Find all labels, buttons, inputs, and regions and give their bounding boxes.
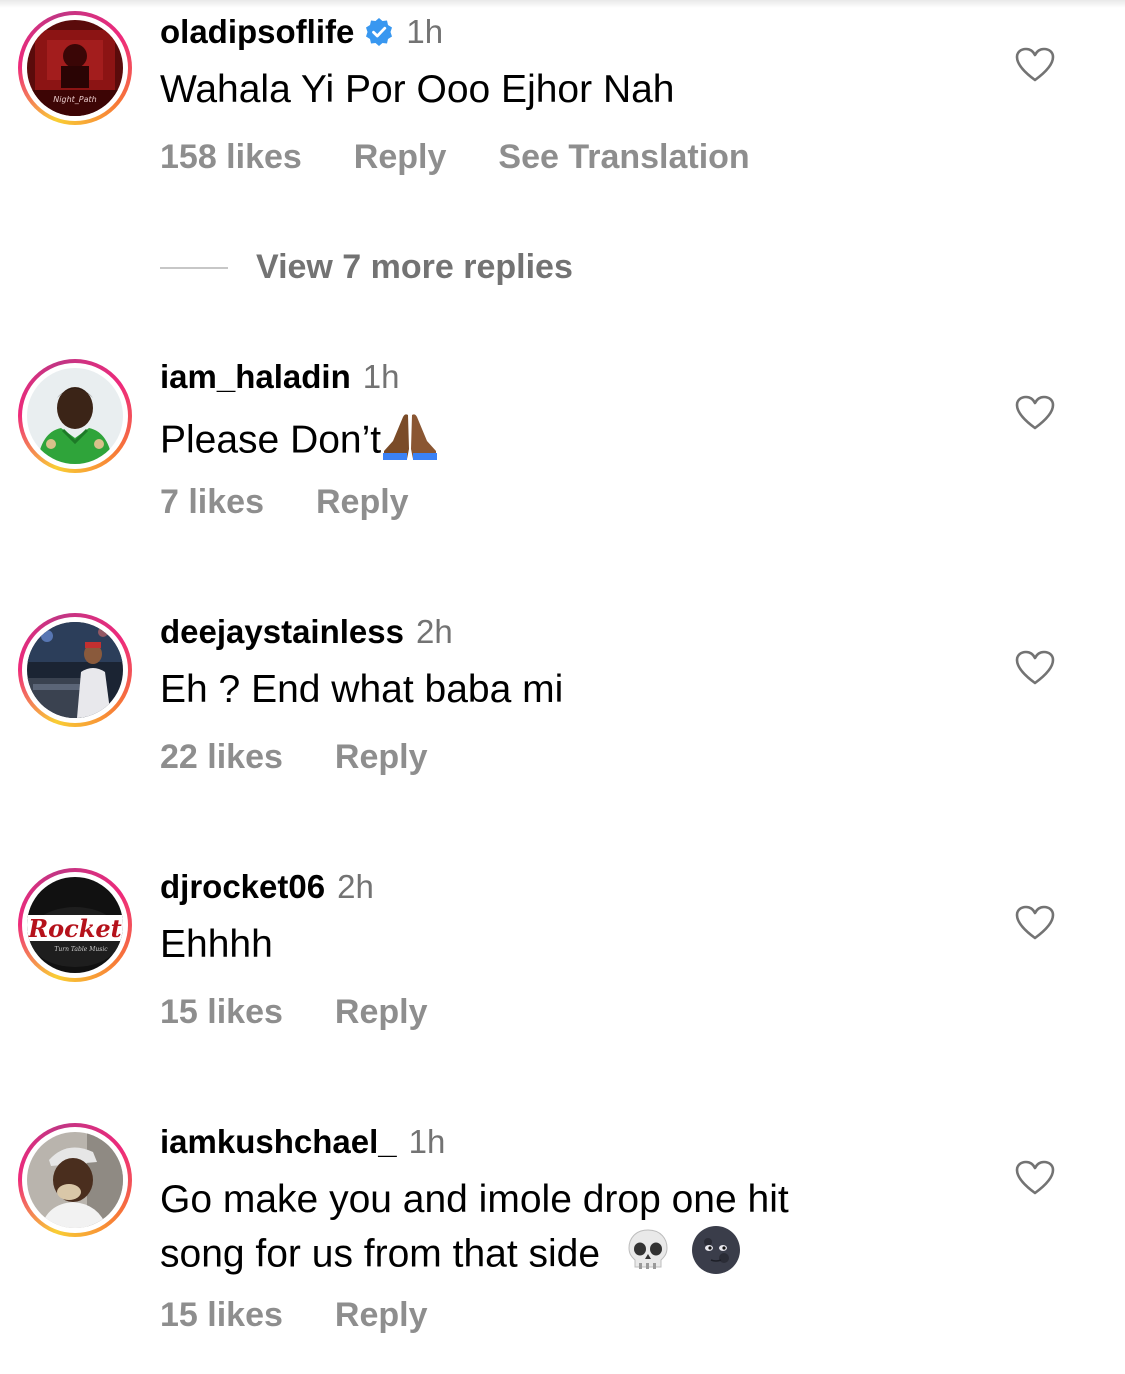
view-more-replies-label: View 7 more replies xyxy=(256,248,573,286)
replies-divider-line xyxy=(160,266,228,269)
heart-outline-icon[interactable] xyxy=(1015,47,1055,83)
verified-badge-icon xyxy=(364,17,394,47)
reply-button[interactable]: Reply xyxy=(335,993,428,1032)
comment-time: 1h xyxy=(362,358,400,395)
reply-button[interactable]: Reply xyxy=(335,738,428,777)
comment-text: Eh ? End what baba mi xyxy=(160,668,564,711)
avatar: Night_Path xyxy=(27,20,123,116)
heart-outline-icon[interactable] xyxy=(1015,1160,1055,1196)
avatar-sub-text: Turn Table Music xyxy=(54,946,108,953)
heart-outline-icon[interactable] xyxy=(1015,905,1055,941)
avatar-story-ring[interactable] xyxy=(18,613,132,727)
comment-username[interactable]: oladipsoflife xyxy=(160,13,354,51)
see-translation-button[interactable]: See Translation xyxy=(498,138,749,177)
heart-outline-icon[interactable] xyxy=(1015,650,1055,686)
likes-count[interactable]: 15 likes xyxy=(160,1296,283,1335)
likes-count[interactable]: 22 likes xyxy=(160,738,283,777)
heart-outline-icon[interactable] xyxy=(1015,395,1055,431)
comment-username[interactable]: djrocket06 xyxy=(160,868,325,906)
comment-username[interactable]: iam_haladin xyxy=(160,358,351,396)
avatar-story-ring[interactable] xyxy=(18,359,132,473)
avatar: Rocket Turn Table Music xyxy=(27,877,123,973)
comment-username[interactable]: deejaystainless xyxy=(160,613,404,651)
avatar-story-ring[interactable] xyxy=(18,1123,132,1237)
likes-count[interactable]: 7 likes xyxy=(160,483,264,522)
comment-time: 1h xyxy=(408,1123,446,1160)
avatar xyxy=(27,1132,123,1228)
likes-count[interactable]: 15 likes xyxy=(160,993,283,1032)
comment-text: Go make you and imole drop one hit song … xyxy=(160,1176,940,1288)
comment-time: 1h xyxy=(406,13,444,50)
folded-hands-emoji xyxy=(381,411,439,473)
likes-count[interactable]: 158 likes xyxy=(160,138,302,177)
comment-username[interactable]: iamkushchael_ xyxy=(160,1123,397,1161)
avatar xyxy=(27,622,123,718)
avatar-story-ring[interactable]: Rocket Turn Table Music xyxy=(18,868,132,982)
comment-text: Ehhhh xyxy=(160,923,273,966)
top-edge-shadow xyxy=(0,0,1125,8)
avatar-caption: Night_Path xyxy=(53,95,96,104)
skull-emoji xyxy=(625,1227,671,1285)
new-moon-face-emoji xyxy=(690,1224,742,1288)
comment-text: Wahala Yi Por Ooo Ejhor Nah xyxy=(160,68,675,111)
comment-text: Please Don’t xyxy=(160,411,940,473)
comment-time: 2h xyxy=(337,868,374,905)
reply-button[interactable]: Reply xyxy=(316,483,409,522)
view-more-replies[interactable]: View 7 more replies xyxy=(160,248,573,287)
avatar-logo-text: Rocket xyxy=(27,914,122,943)
comment-time: 2h xyxy=(416,613,453,650)
reply-button[interactable]: Reply xyxy=(354,138,447,177)
avatar-story-ring[interactable]: Night_Path xyxy=(18,11,132,125)
reply-button[interactable]: Reply xyxy=(335,1296,428,1335)
avatar xyxy=(27,368,123,464)
